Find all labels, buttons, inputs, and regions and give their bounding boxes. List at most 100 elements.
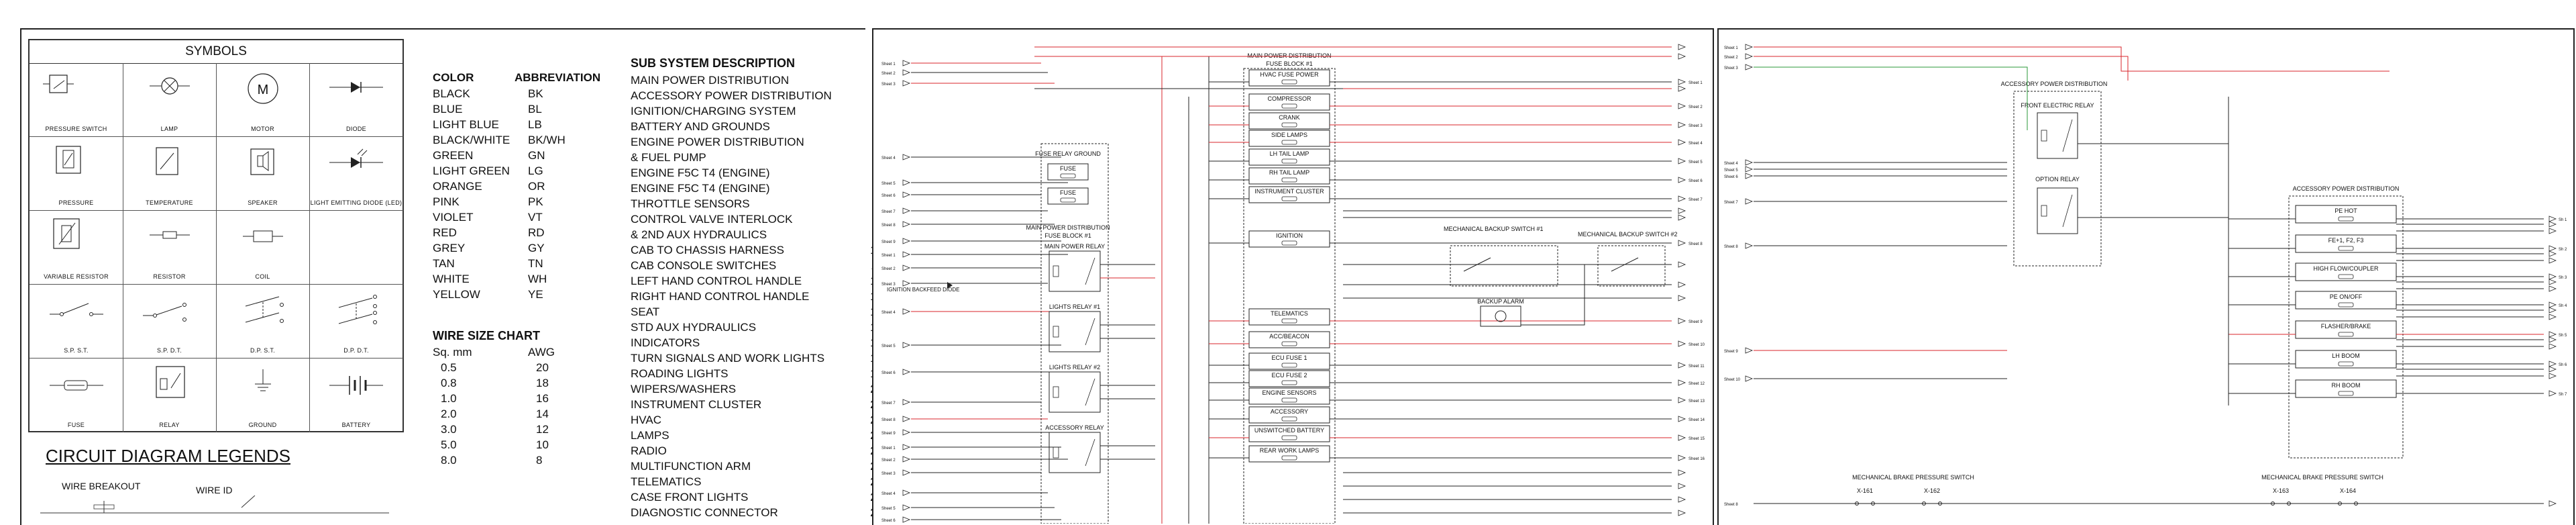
relay-coil-icon [2041,130,2047,142]
fuse-label: LH BOOM [2332,352,2360,359]
color-row: GREEN GN [433,148,600,163]
sheet-ref: Sheet 6 [1724,175,1738,179]
wire-awg: 10 [536,438,549,451]
color-abbr: VT [528,211,543,224]
symbol-label: TEMPERATURE [146,199,193,206]
symbol-label: LAMP [160,126,178,132]
color-abbr: BK [528,87,543,100]
sheet-ref: Sheet 11 [1688,365,1705,369]
fuse-icon [1281,435,1297,440]
sheet-ref: Sheet 12 [1688,382,1705,386]
color-abbr: TN [528,257,543,270]
wire-rows: 0.5 20 0.8 18 1.0 16 2.0 14 3.0 12 5.0 10 8.0 8 [433,360,600,468]
connector-arrow [1678,483,1686,489]
symbol-cell: VARIABLE RESISTOR [30,211,123,285]
color-rows: BLACK BK BLUE BL LIGHT BLUE LB BLACK/WHITE BK/W… [433,86,600,302]
subsystem-rows: MAIN POWER DISTRIBUTION1ACCESSORY POWER … [631,73,899,520]
speaker-icon [250,148,274,175]
color-row: BLUE BL [433,101,600,117]
connector-arrow [1678,379,1686,386]
sheet-ref: Sheet 4 [881,156,896,160]
fuse-label: FLASHER/BRAKE [2321,323,2371,330]
relay-contact-icon [2062,119,2073,152]
fuse-icon [1281,79,1297,85]
subsystem-row: CAB TO CHASSIS HARNESS10 [631,242,899,258]
color-name: ORANGE [433,180,482,193]
sheet-ref: Sheet 5 [1688,160,1703,164]
fuse-icon [1281,455,1297,461]
fuse-label: HIGH FLOW/COUPLER [2313,265,2379,272]
subsystem-row: ENGINE POWER DISTRIBUTION [631,134,899,150]
subsystem-row: TELEMATICS26 [631,474,899,489]
subsystem-description: SUB SYSTEM DESCRIPTION MAIN POWER DISTRI… [631,56,899,520]
subsystem-name: TELEMATICS [631,475,702,488]
connector-arrow [2548,257,2557,264]
sheet-ref: Sheet 14 [1688,418,1705,422]
fuse-icon [2338,332,2354,337]
wire-mm: 0.5 [441,361,457,374]
wire-mm: 0.8 [441,377,457,389]
subsystem-row: ROADING LIGHTS19 [631,366,899,381]
connector-arrow [1678,362,1686,369]
abbreviation-header: ABBREVIATION [515,71,601,84]
fuse-label: ACC/BEACON [1269,333,1309,340]
connector-arrow [2548,245,2557,252]
sheet-ref: Sheet 4 [1724,162,1738,166]
subsystem-row: CAB CONSOLE SWITCHES11 [631,258,899,273]
subsystem-name: CAB TO CHASSIS HARNESS [631,244,784,256]
sheet-ref: Sheet 10 [1724,378,1741,382]
relay-contact-icon [1085,257,1095,285]
relay-contact-icon [2062,194,2073,228]
sheet-ref: Sheet 16 [1688,457,1705,461]
color-abbr: YE [528,288,543,301]
sheet-ref: Sh 6 [2559,363,2567,367]
fuse-label: RH BOOM [2331,382,2360,389]
symbol-label: MOTOR [251,126,274,132]
subsystem-name: LAMPS [631,429,669,442]
fuse-icon [50,380,103,391]
connector-arrow [1678,44,1686,50]
subsystem-row: ENGINE F5C T4 (ENGINE)6 [631,165,899,181]
sheet-ref: Sheet 7 [881,401,896,405]
subsystem-name: IGNITION/CHARGING SYSTEM [631,105,796,117]
connector-arrow [2548,500,2557,507]
connector-arrow [902,179,911,186]
connector-arrow [1678,139,1686,146]
backup-alarm-label: BACKUP ALARM [1477,298,1524,305]
color-row: VIOLET VT [433,209,600,225]
subsystem-name: CAB CONSOLE SWITCHES [631,259,777,272]
subsystem-name: STD AUX HYDRAULICS [631,321,757,334]
fuse-icon [1281,196,1297,201]
relay-icon [1049,432,1101,473]
subsystem-row: STD AUX HYDRAULICS15 [631,320,899,335]
ground-icon [255,369,271,391]
connector-arrow [1745,375,1754,382]
symbol-cell: LIGHT EMITTING DIODE (LED) [309,137,403,211]
subsystem-name: & FUEL PUMP [631,151,706,164]
connector-arrow [2548,331,2557,338]
relay-label: ACCESSORY RELAY [1045,424,1104,431]
sheet-ref: Sheet 7 [1724,201,1738,205]
led-icon [329,148,383,168]
sheet-ref: Sheet 1 [881,446,896,450]
symbols-table: SYMBOLS PRESSURE SWITCH LAMP M MOTOR DIODE PR… [28,39,404,432]
subsystem-name: RADIO [631,444,667,457]
wire-row: 3.0 12 [433,422,600,437]
blank [309,211,403,265]
color-name: VIOLET [433,211,474,224]
connector-arrow [2548,366,2557,373]
fuse-label: PE HOT [2334,207,2357,214]
fuse-icon [2338,216,2354,222]
variable-resistor-icon [53,218,80,249]
wire [2007,46,2390,72]
symbol-label: PRESSURE [58,199,94,206]
subsystem-row: MULTIFUNCTION ARM25 [631,459,899,474]
sheet-ref: Sheet 15 [1688,437,1705,441]
fuse-icon [1281,240,1297,246]
sheet-ref: Sh 3 [2559,276,2567,280]
connector-arrow [1678,261,1686,268]
left-fuse-block-title: MAIN POWER DISTRIBUTION [1026,224,1110,231]
acc-dist-title-2: ACCESSORY POWER DISTRIBUTION [2293,185,2400,192]
connector-arrow [902,429,911,436]
connector-arrow [1678,416,1686,422]
